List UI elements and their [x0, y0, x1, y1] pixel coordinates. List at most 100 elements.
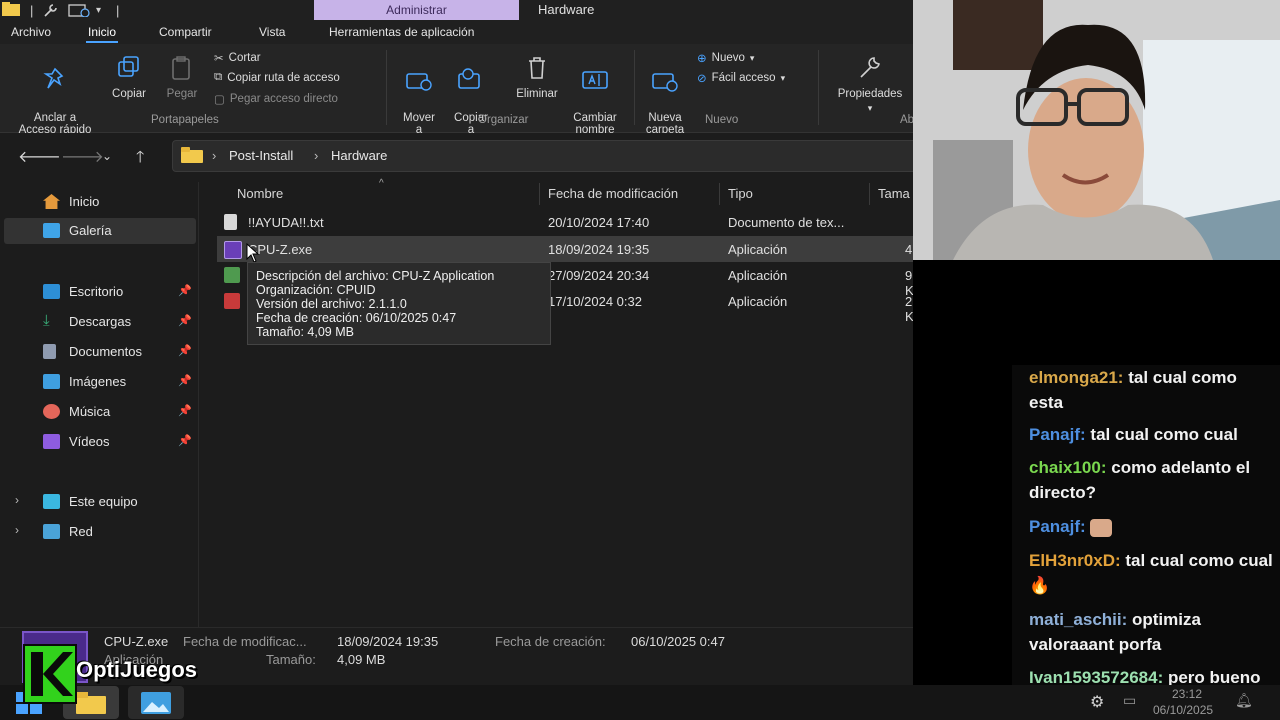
sidebar-item-descargas[interactable]: ⤓ Descargas 📌 — [0, 309, 196, 335]
chevron-right-icon[interactable]: › — [15, 493, 19, 507]
tooltip-organization: Organización: CPUID — [256, 283, 376, 297]
photos-icon — [141, 692, 171, 714]
chat-message: elmonga21: tal cual como esta — [1029, 365, 1274, 415]
new-folder-qat-icon[interactable] — [68, 3, 90, 20]
tooltip-version: Versión del archivo: 2.1.1.0 — [256, 297, 407, 311]
move-to-button[interactable]: Mover a — [396, 54, 442, 136]
live-chat-panel: elmonga21: tal cual como esta Panajf: ta… — [1012, 365, 1280, 685]
tooltip-description: Descripción del archivo: CPU-Z Applicati… — [256, 269, 495, 283]
properties-wrench-icon[interactable] — [42, 3, 60, 20]
pin-icon[interactable]: 📌 — [178, 314, 192, 327]
chat-username[interactable]: Ivan1593572684: — [1029, 668, 1163, 685]
documents-icon — [43, 344, 56, 359]
pin-icon[interactable]: 📌 — [178, 284, 192, 297]
sort-ascending-icon: ^ — [379, 178, 384, 189]
pin-icon[interactable]: 📌 — [178, 434, 192, 447]
pin-icon[interactable]: 📌 — [178, 374, 192, 387]
qat-dropdown-icon[interactable]: ▾ — [96, 5, 101, 16]
paste-shortcut-button[interactable]: ▢ Pegar acceso directo — [214, 92, 338, 106]
chat-username[interactable]: Panajf: — [1029, 517, 1086, 536]
column-divider[interactable] — [719, 183, 720, 205]
text-file-icon — [224, 214, 237, 230]
copy-path-icon: ⧉ — [214, 71, 223, 83]
forward-arrow-icon[interactable]: 🡒 — [61, 146, 104, 167]
sidebar-item-musica[interactable]: Música 📌 — [0, 399, 196, 425]
easy-access-dropdown[interactable]: ⊘ Fácil acceso ▾ — [697, 71, 785, 85]
sidebar-item-documentos[interactable]: Documentos 📌 — [0, 339, 196, 365]
column-header-tamano[interactable]: Tama — [878, 186, 910, 201]
paste-icon — [172, 56, 190, 80]
this-pc-icon — [43, 494, 60, 509]
column-header-fecha[interactable]: Fecha de modificación — [548, 186, 678, 201]
tab-compartir[interactable]: Compartir — [159, 25, 212, 39]
pin-icon[interactable]: 📌 — [178, 404, 192, 417]
pin-icon — [43, 67, 64, 89]
settings-gear-icon[interactable]: ⚙ — [1090, 692, 1104, 712]
tab-inicio[interactable]: Inicio — [85, 25, 119, 43]
sidebar-item-red[interactable]: › Red — [0, 519, 196, 545]
chat-username[interactable]: chaix100: — [1029, 458, 1107, 477]
file-info-tooltip: Descripción del archivo: CPU-Z Applicati… — [247, 262, 551, 345]
pin-quick-access-button[interactable]: Anclar a Acceso rápido — [8, 54, 102, 136]
scissors-icon: ✂ — [214, 53, 224, 65]
tab-archivo[interactable]: Archivo — [11, 25, 51, 39]
sidebar-item-este-equipo[interactable]: › Este equipo — [0, 489, 196, 515]
properties-button[interactable]: Propiedades ▾ — [826, 54, 913, 114]
desktop-icon — [43, 284, 60, 299]
file-row[interactable]: !!AYUDA!!.txt 20/10/2024 17:40 Documento… — [217, 209, 913, 235]
column-header-nombre[interactable]: Nombre — [237, 186, 283, 201]
paste-button[interactable]: Pegar — [160, 54, 204, 100]
contextual-tab-administrar[interactable]: Administrar — [314, 0, 519, 20]
file-row-selected[interactable]: CPU-Z.exe 18/09/2024 19:35 Aplicación 4 — [217, 236, 913, 262]
chat-username[interactable]: ElH3nr0xD: — [1029, 551, 1121, 570]
up-arrow-icon[interactable]: 🡑 — [136, 146, 144, 173]
breadcrumb-post-install[interactable]: Post-Install — [229, 148, 293, 163]
tab-vista[interactable]: Vista — [259, 25, 285, 39]
tooltip-created: Fecha de creación: 06/10/2025 0:47 — [256, 311, 457, 325]
delete-button[interactable]: Eliminar — [510, 54, 564, 100]
taskbar-date[interactable]: 06/10/2025 — [1153, 703, 1213, 717]
chevron-right-icon[interactable]: › — [15, 523, 19, 537]
sidebar-item-escritorio[interactable]: Escritorio 📌 — [0, 279, 196, 305]
sidebar-item-galeria[interactable]: Galería — [4, 218, 196, 244]
back-arrow-icon[interactable]: 🡐 — [18, 146, 61, 167]
overlay-background — [913, 260, 1280, 370]
breadcrumb-hardware[interactable]: Hardware — [331, 148, 387, 163]
paste-shortcut-icon: ▢ — [214, 94, 225, 106]
details-size-value: 4,09 MB — [337, 652, 386, 667]
column-divider[interactable] — [539, 183, 540, 205]
ribbon-divider — [386, 50, 387, 125]
network-icon — [43, 524, 60, 539]
mouse-cursor-icon — [246, 243, 260, 263]
taskbar-photos-button[interactable] — [128, 686, 184, 719]
folder-icon[interactable] — [2, 2, 20, 19]
new-item-dropdown[interactable]: ⊕ Nuevo ▾ — [697, 51, 754, 65]
pin-icon[interactable]: 📌 — [178, 344, 192, 357]
sidebar-item-imagenes[interactable]: Imágenes 📌 — [0, 369, 196, 395]
new-folder-button[interactable]: Nueva carpeta — [640, 54, 690, 136]
hand-emote-icon — [1090, 518, 1113, 537]
tab-herramientas-aplicacion[interactable]: Herramientas de aplicación — [329, 25, 474, 39]
taskbar-time[interactable]: 23:12 — [1172, 687, 1202, 701]
column-header-tipo[interactable]: Tipo — [728, 186, 753, 201]
chat-username[interactable]: Panajf: — [1029, 425, 1086, 444]
recent-locations-chevron-icon[interactable]: ⌄ — [102, 149, 112, 163]
column-divider[interactable] — [869, 183, 870, 205]
chat-username[interactable]: elmonga21: — [1029, 368, 1123, 387]
chat-username[interactable]: mati_aschii: — [1029, 610, 1127, 629]
ribbon-tabs: Archivo Inicio Compartir Vista Herramien… — [0, 22, 913, 44]
rename-icon — [582, 71, 608, 89]
streamer-webcam-image — [913, 0, 1280, 260]
copy-button[interactable]: Copiar — [106, 54, 152, 100]
cut-button[interactable]: ✂ Cortar — [214, 51, 261, 65]
notification-bell-icon[interactable]: 🔔︎ — [1235, 692, 1253, 709]
window-title: Hardware — [538, 2, 595, 17]
sidebar-item-inicio[interactable]: Inicio — [0, 189, 196, 215]
rename-button[interactable]: Cambiar nombre — [566, 54, 624, 136]
copy-path-button[interactable]: ⧉ Copiar ruta de acceso — [214, 71, 340, 84]
sidebar-item-videos[interactable]: Vídeos 📌 — [0, 429, 196, 455]
details-modified-value: 18/09/2024 19:35 — [337, 634, 439, 649]
display-tray-icon[interactable]: ▭ — [1123, 692, 1136, 709]
group-label-portapapeles: Portapapeles — [151, 114, 219, 126]
chevron-down-icon: ▾ — [749, 52, 755, 63]
